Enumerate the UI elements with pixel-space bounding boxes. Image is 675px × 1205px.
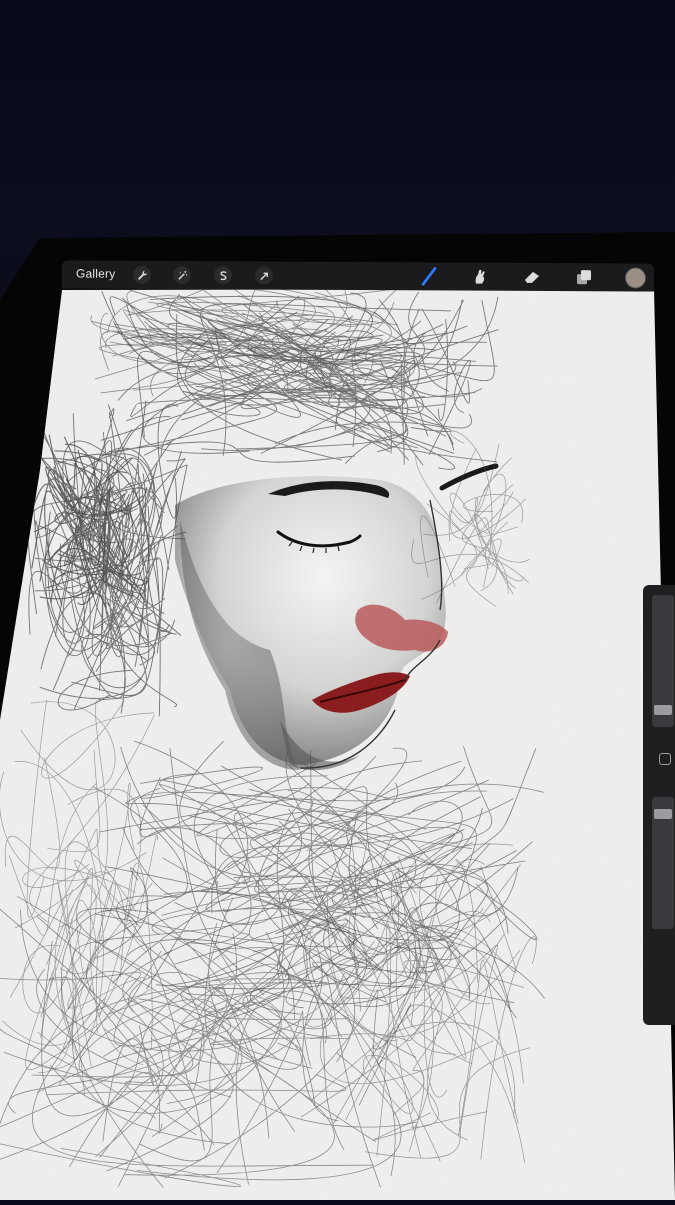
arrow-cursor-icon[interactable] <box>255 266 273 285</box>
drawing-canvas[interactable] <box>0 0 675 1200</box>
top-toolbar: Gallery <box>62 260 654 292</box>
artwork <box>0 289 675 1200</box>
gallery-button[interactable]: Gallery <box>76 267 115 281</box>
selection-s-icon[interactable] <box>214 266 232 285</box>
ipad-screen-photo: Gallery <box>0 0 675 1200</box>
magic-wand-icon[interactable] <box>173 266 191 285</box>
brush-icon[interactable] <box>419 266 439 286</box>
brush-sidebar <box>643 585 675 1025</box>
smudge-icon[interactable] <box>470 267 490 287</box>
brush-size-knob[interactable] <box>654 704 672 715</box>
modify-button[interactable] <box>659 753 671 765</box>
color-swatch-button[interactable] <box>625 267 646 289</box>
opacity-knob[interactable] <box>654 809 672 820</box>
layers-icon[interactable] <box>574 267 594 287</box>
eraser-icon[interactable] <box>522 267 542 287</box>
wrench-icon[interactable] <box>133 265 151 284</box>
